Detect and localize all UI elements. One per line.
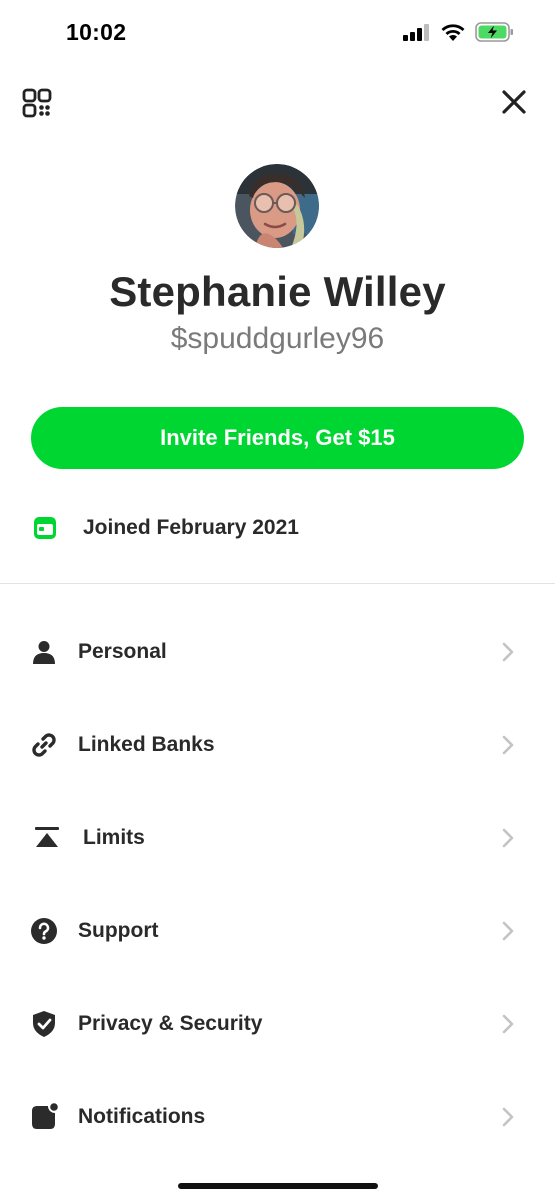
notification-badge-icon bbox=[30, 1102, 58, 1131]
joined-info: Joined February 2021 bbox=[32, 512, 299, 544]
menu-item-privacy-security[interactable]: Privacy & Security bbox=[0, 977, 555, 1070]
menu-item-notifications[interactable]: Notifications bbox=[0, 1070, 555, 1163]
menu-item-label: Personal bbox=[78, 639, 167, 663]
divider bbox=[0, 583, 555, 584]
calendar-card-icon bbox=[34, 517, 56, 539]
close-button[interactable] bbox=[500, 88, 528, 116]
question-circle-icon bbox=[30, 917, 58, 945]
menu-item-label: Privacy & Security bbox=[78, 1011, 263, 1035]
menu-item-support[interactable]: Support bbox=[0, 884, 555, 977]
chevron-right-icon bbox=[502, 642, 514, 661]
status-time: 10:02 bbox=[66, 19, 127, 45]
chevron-right-icon bbox=[502, 735, 514, 754]
qr-code-icon bbox=[22, 88, 52, 118]
qr-code-button[interactable] bbox=[22, 88, 52, 118]
menu-item-label: Linked Banks bbox=[78, 732, 215, 756]
wifi-icon bbox=[441, 23, 465, 41]
chevron-right-icon bbox=[502, 828, 514, 847]
invite-friends-button[interactable]: Invite Friends, Get $15 bbox=[31, 407, 524, 469]
chevron-right-icon bbox=[502, 1014, 514, 1033]
close-icon bbox=[502, 90, 526, 114]
profile-screen: 10:02 Stephanie Willey $spuddgurley96 In… bbox=[0, 0, 555, 1200]
profile-name: Stephanie Willey bbox=[109, 268, 446, 315]
cashtag[interactable]: $spuddgurley96 bbox=[0, 322, 555, 356]
menu-item-label: Support bbox=[78, 918, 159, 942]
person-icon bbox=[30, 638, 58, 666]
shield-check-icon bbox=[30, 1010, 58, 1038]
link-icon bbox=[30, 731, 58, 759]
profile-photo bbox=[235, 164, 319, 248]
cellular-signal-icon bbox=[403, 24, 429, 41]
menu-item-personal[interactable]: Personal bbox=[0, 605, 555, 698]
home-indicator[interactable] bbox=[178, 1183, 378, 1189]
status-bar: 10:02 bbox=[0, 0, 555, 66]
joined-date-text: Joined February 2021 bbox=[83, 516, 299, 539]
status-icons bbox=[403, 22, 515, 42]
battery-charging-icon bbox=[475, 22, 513, 42]
menu-item-label: Limits bbox=[83, 825, 145, 849]
settings-menu: Personal Linked Banks Limits Support Pri… bbox=[0, 605, 555, 1163]
chevron-right-icon bbox=[502, 921, 514, 940]
menu-item-label: Notifications bbox=[78, 1104, 206, 1128]
menu-item-limits[interactable]: Limits bbox=[0, 791, 555, 884]
avatar[interactable] bbox=[235, 164, 319, 248]
menu-item-linked-banks[interactable]: Linked Banks bbox=[0, 698, 555, 791]
chevron-right-icon bbox=[502, 1107, 514, 1126]
limits-icon bbox=[33, 824, 61, 852]
